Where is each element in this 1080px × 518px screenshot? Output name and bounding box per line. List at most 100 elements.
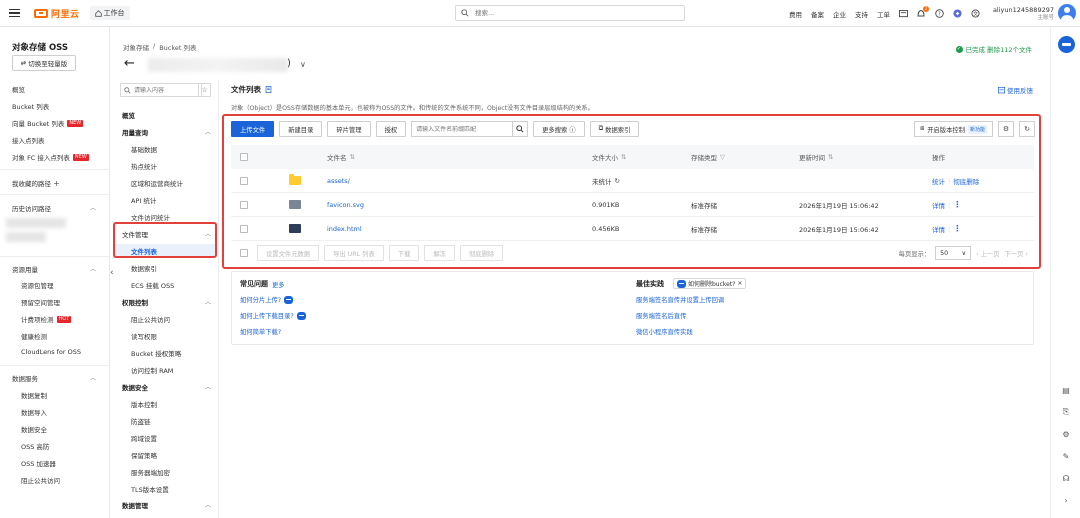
headset-icon[interactable]: ☊ bbox=[1061, 473, 1071, 483]
restore-button[interactable]: 解冻 bbox=[424, 245, 455, 261]
file-name-link[interactable]: index.html bbox=[327, 225, 362, 233]
help-icon[interactable]: ? bbox=[935, 9, 944, 18]
chevron-up-icon[interactable]: ︿ bbox=[205, 297, 211, 306]
sidebar-item-replication[interactable]: 数据复制 bbox=[21, 390, 47, 400]
chevron-up-icon[interactable]: ︿ bbox=[90, 264, 96, 273]
nav-item-basic-data[interactable]: 基础数据 bbox=[131, 144, 157, 154]
question-chip[interactable]: 如何删除bucket? × bbox=[673, 278, 747, 289]
faq-link[interactable]: 如何简单下载? bbox=[240, 327, 281, 336]
avatar[interactable] bbox=[1058, 4, 1076, 22]
nav-link-billing[interactable]: 费用 bbox=[789, 9, 802, 19]
sidebar-item-data-import[interactable]: 数据导入 bbox=[21, 407, 47, 417]
back-arrow-icon[interactable]: ← bbox=[124, 56, 135, 71]
global-search[interactable] bbox=[455, 5, 685, 21]
sidebar-item-oss-accelerator[interactable]: OSS 加速器 bbox=[21, 458, 56, 468]
breadcrumb-oss[interactable]: 对象存储 bbox=[123, 42, 149, 52]
next-page-button[interactable]: 下一页 › bbox=[1005, 249, 1028, 258]
assistant-icon[interactable] bbox=[953, 9, 962, 18]
assistant-robot-icon[interactable] bbox=[1058, 36, 1075, 53]
workbench-button[interactable]: 工作台 bbox=[89, 6, 130, 20]
nav-item-region-stats[interactable]: 区域和运营商统计 bbox=[131, 178, 183, 188]
breadcrumb-bucket-list[interactable]: Bucket 列表 bbox=[159, 42, 196, 52]
feedback-link[interactable]: 使用反馈 bbox=[998, 85, 1033, 95]
nav-link-enterprise[interactable]: 企业 bbox=[833, 9, 846, 19]
sidebar-item-cloudlens[interactable]: CloudLens for OSS bbox=[21, 348, 81, 356]
edit-icon[interactable]: ✎ bbox=[1061, 451, 1071, 461]
file-search[interactable] bbox=[411, 121, 514, 137]
user-info[interactable]: aliyun1245889297 主账号 bbox=[993, 6, 1054, 22]
sidebar-item-access-points[interactable]: 接入点列表 bbox=[12, 135, 45, 145]
new-dir-button[interactable]: 新建目录 bbox=[279, 121, 323, 137]
row-checkbox[interactable] bbox=[240, 200, 248, 209]
detail-link[interactable]: 详情 bbox=[932, 224, 945, 234]
nav-item-encryption[interactable]: 服务器端加密 bbox=[131, 467, 170, 477]
nav-item-acl[interactable]: 读写权限 bbox=[131, 331, 157, 341]
col-storage[interactable]: 存储类型 ▽ bbox=[691, 152, 725, 162]
sidebar-item-health-check[interactable]: 健康检测 bbox=[21, 331, 47, 341]
nav-group-file[interactable]: 文件管理 bbox=[122, 229, 148, 239]
nav-item-bucket-policy[interactable]: Bucket 授权策略 bbox=[131, 348, 181, 358]
row-checkbox[interactable] bbox=[240, 224, 248, 233]
nav-item-retention[interactable]: 保留策略 bbox=[131, 450, 157, 460]
refresh-icon[interactable]: ↻ bbox=[1019, 121, 1035, 137]
search-icon[interactable] bbox=[512, 121, 529, 137]
aliyun-logo[interactable]: 阿里云 bbox=[34, 7, 80, 20]
delete-link[interactable]: 彻底删除 bbox=[953, 176, 979, 186]
history-path[interactable]: 历史访问路径 bbox=[12, 203, 51, 213]
delete-all-button[interactable]: 彻底删除 bbox=[459, 245, 504, 261]
switch-lite-button[interactable]: ⇄ 切换至轻量版 bbox=[12, 55, 76, 71]
faq-link[interactable]: 如何上传下载目录? bbox=[240, 311, 306, 320]
nav-item-tls[interactable]: TLS版本设置 bbox=[131, 484, 169, 494]
col-filename[interactable]: 文件名 ⇅ bbox=[327, 152, 355, 162]
prev-page-button[interactable]: ‹ 上一页 bbox=[976, 249, 999, 258]
stats-link[interactable]: 统计 bbox=[932, 176, 945, 186]
more-search-button[interactable]: 更多搜索 ⓘ bbox=[533, 121, 585, 137]
close-icon[interactable]: × bbox=[737, 280, 742, 287]
sidebar-item-fc-access-points[interactable]: 对象 FC 接入点列表 NEW bbox=[12, 152, 89, 162]
download-button[interactable]: 下载 bbox=[388, 245, 420, 261]
enable-versioning-button[interactable]: ⧈ 开启版本控制 新功能 bbox=[914, 121, 993, 137]
menu-icon[interactable] bbox=[0, 0, 28, 27]
chevron-up-icon[interactable]: ︿ bbox=[205, 229, 211, 238]
nav-group-usage[interactable]: 用量查询 bbox=[122, 127, 148, 137]
collapse-sidebar-icon[interactable]: ‹ bbox=[110, 268, 114, 278]
sidebar-item-block-public[interactable]: 阻止公共访问 bbox=[21, 475, 60, 485]
nav-link-support[interactable]: 支持 bbox=[855, 9, 868, 19]
global-search-input[interactable] bbox=[475, 9, 665, 17]
sidebar-item-overview[interactable]: 概览 bbox=[12, 84, 25, 94]
doc-icon[interactable] bbox=[265, 86, 272, 93]
nav-item-hotspot[interactable]: 热点统计 bbox=[131, 161, 157, 171]
document-icon[interactable]: ⎘ bbox=[1061, 407, 1071, 417]
fragments-button[interactable]: 碎片管理 bbox=[327, 121, 371, 137]
nav-item-hotlink[interactable]: 防盗链 bbox=[131, 416, 151, 426]
nav-item-versioning[interactable]: 版本控制 bbox=[131, 399, 157, 409]
sidebar-item-billing-check[interactable]: 计费项检测 HOT bbox=[21, 314, 72, 324]
chevron-down-icon[interactable]: ∨ bbox=[300, 60, 306, 69]
faq-more-link[interactable]: 更多 bbox=[272, 280, 285, 289]
more-icon[interactable]: ⋮ bbox=[953, 200, 961, 209]
nav-search[interactable] bbox=[120, 83, 202, 97]
message-icon[interactable] bbox=[899, 9, 908, 18]
data-index-button[interactable]: ⧉ 数据索引 bbox=[589, 121, 640, 137]
best-practice-link[interactable]: 服务端签名后直传 bbox=[636, 311, 686, 320]
chevron-up-icon[interactable]: ︿ bbox=[205, 382, 211, 391]
nav-group-security[interactable]: 数据安全 bbox=[122, 382, 148, 392]
footer-select-checkbox[interactable] bbox=[240, 249, 248, 257]
bell-icon[interactable]: 2 bbox=[917, 6, 929, 18]
export-url-button[interactable]: 导出 URL 列表 bbox=[324, 245, 384, 261]
nav-group-permission[interactable]: 权限控制 bbox=[122, 297, 148, 307]
notes-icon[interactable]: ▤ bbox=[1061, 385, 1071, 395]
task-status[interactable]: ✓ 已完成 删除112个文件 bbox=[955, 44, 1032, 54]
nav-link-ticket[interactable]: 工单 bbox=[877, 9, 890, 19]
settings-icon[interactable]: ⚙ bbox=[1061, 429, 1071, 439]
fav-path[interactable]: 我收藏的路径 + bbox=[12, 178, 60, 188]
star-icon[interactable]: ☆ bbox=[198, 83, 211, 97]
nav-item-block-public[interactable]: 阻止公共访问 bbox=[131, 314, 170, 324]
chevron-up-icon[interactable]: ︿ bbox=[205, 127, 211, 136]
sidebar-item-reserved-space[interactable]: 预留空间管理 bbox=[21, 297, 60, 307]
settings-gear-icon[interactable]: ⚙ bbox=[998, 121, 1014, 137]
file-name-link[interactable]: assets/ bbox=[327, 177, 350, 185]
nav-search-input[interactable] bbox=[134, 86, 194, 94]
sidebar-item-resource-packages[interactable]: 资源包管理 bbox=[21, 280, 54, 290]
chevron-up-icon[interactable]: ︿ bbox=[90, 373, 96, 382]
